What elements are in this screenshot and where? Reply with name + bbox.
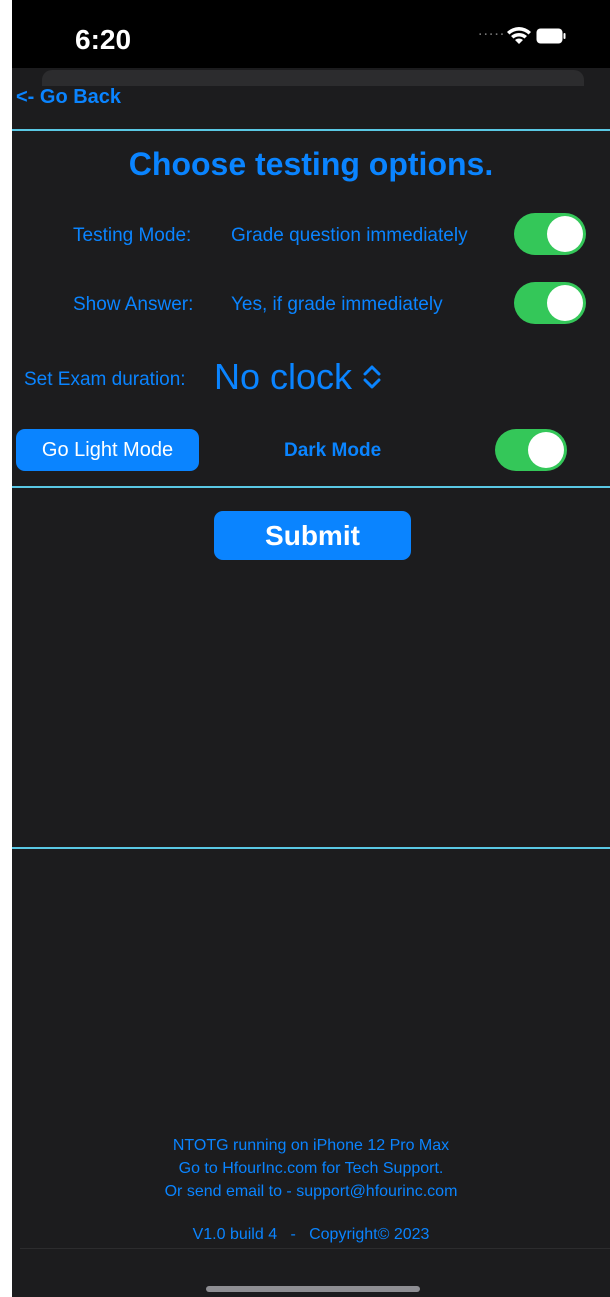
footer-version-text: V1.0 build 4 - Copyright© 2023 xyxy=(192,1226,430,1243)
exam-duration-value: No clock xyxy=(214,356,353,397)
phone-screen: 6:20 ..... <- Go Back Choose testing opt… xyxy=(12,0,610,1297)
footer-email-text: Or send email to - support@hfourinc.com xyxy=(164,1183,458,1200)
home-indicator[interactable] xyxy=(206,1286,420,1292)
divider xyxy=(12,847,610,849)
options-sheet xyxy=(12,68,610,1297)
toggle-knob xyxy=(547,216,583,252)
testing-mode-label: Testing Mode: xyxy=(73,225,192,246)
footer-device-text: NTOTG running on iPhone 12 Pro Max xyxy=(172,1137,450,1154)
status-time: 6:20 xyxy=(75,24,132,55)
exam-duration-label: Set Exam duration: xyxy=(24,369,186,390)
toggle-knob xyxy=(528,432,564,468)
dark-mode-toggle[interactable] xyxy=(495,429,567,471)
show-answer-value: Yes, if grade immediately xyxy=(231,294,443,315)
go-light-mode-button[interactable]: Go Light Mode xyxy=(16,429,199,471)
chevron-updown-icon xyxy=(363,365,381,389)
show-answer-label: Show Answer: xyxy=(73,294,194,315)
testing-mode-toggle[interactable] xyxy=(514,213,586,255)
go-back-link[interactable]: <- Go Back xyxy=(16,86,121,109)
divider xyxy=(12,129,610,131)
toggle-knob xyxy=(547,285,583,321)
battery-icon xyxy=(536,28,566,44)
page-title: Choose testing options. xyxy=(128,146,494,182)
divider xyxy=(12,486,610,488)
testing-mode-value: Grade question immediately xyxy=(231,225,468,246)
show-answer-toggle[interactable] xyxy=(514,282,586,324)
status-bar: 6:20 ..... xyxy=(12,0,610,70)
exam-duration-picker[interactable]: No clock xyxy=(214,356,382,398)
submit-button[interactable]: Submit xyxy=(214,511,411,560)
dark-mode-label: Dark Mode xyxy=(284,440,382,461)
footer-support-text: Go to HfourInc.com for Tech Support. xyxy=(178,1160,444,1177)
sheet-grabber xyxy=(42,70,584,86)
wifi-icon xyxy=(507,27,531,44)
cellular-signal-icon: ..... xyxy=(478,22,506,39)
bottom-divider xyxy=(20,1248,610,1249)
